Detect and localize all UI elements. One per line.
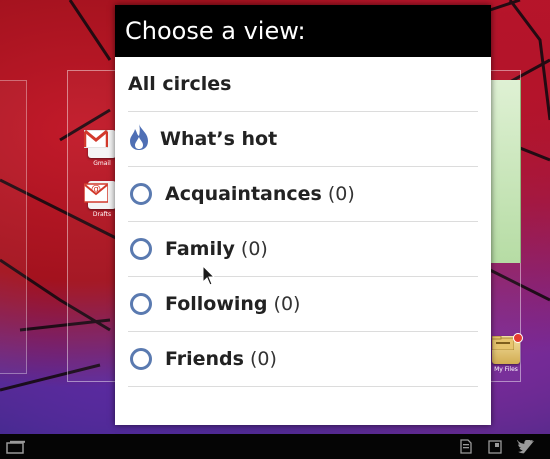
drafts-icon: @ [84, 181, 116, 209]
view-option-whats-hot[interactable]: What’s hot [128, 112, 478, 167]
view-option-acquaintances[interactable]: Acquaintances (0) [128, 167, 478, 222]
my-files-label: My Files [494, 366, 518, 373]
view-option-following[interactable]: Following (0) [128, 277, 478, 332]
view-option-friends[interactable]: Friends (0) [128, 332, 478, 387]
screenshot-icon[interactable] [488, 439, 502, 458]
option-label: All circles [128, 73, 232, 95]
view-option-family[interactable]: Family (0) [128, 222, 478, 277]
circle-icon [130, 293, 152, 315]
circle-icon [130, 348, 152, 370]
view-option-all-circles[interactable]: All circles [128, 57, 478, 112]
green-widget [488, 80, 521, 263]
option-label: Following [165, 293, 268, 315]
option-count: (0) [249, 348, 277, 370]
gmail-icon [84, 130, 116, 158]
dialog-title: Choose a view: [115, 5, 491, 57]
choose-view-dialog: Choose a view: All circles What’s hot Ac… [115, 5, 491, 425]
flame-icon [128, 123, 150, 156]
my-files-app[interactable]: My Files [488, 333, 524, 373]
twitter-icon[interactable] [517, 439, 535, 458]
folder-icon [492, 333, 523, 364]
circle-icon [130, 183, 152, 205]
option-count: (0) [273, 293, 301, 315]
mouse-cursor-icon [202, 265, 216, 286]
recent-apps-icon[interactable] [6, 439, 26, 458]
option-label: Friends [165, 348, 244, 370]
circle-icon [130, 238, 152, 260]
option-label: Acquaintances [165, 183, 322, 205]
svg-text:@: @ [91, 184, 101, 195]
notification-badge [513, 333, 523, 343]
option-label: What’s hot [160, 128, 278, 150]
system-navbar [0, 434, 550, 459]
sd-card-icon[interactable] [460, 439, 472, 458]
option-count: (0) [327, 183, 355, 205]
option-count: (0) [240, 238, 268, 260]
drafts-label: Drafts [92, 211, 112, 218]
option-label: Family [165, 238, 235, 260]
gmail-label: Gmail [93, 160, 111, 167]
left-screen-panel [0, 80, 27, 374]
